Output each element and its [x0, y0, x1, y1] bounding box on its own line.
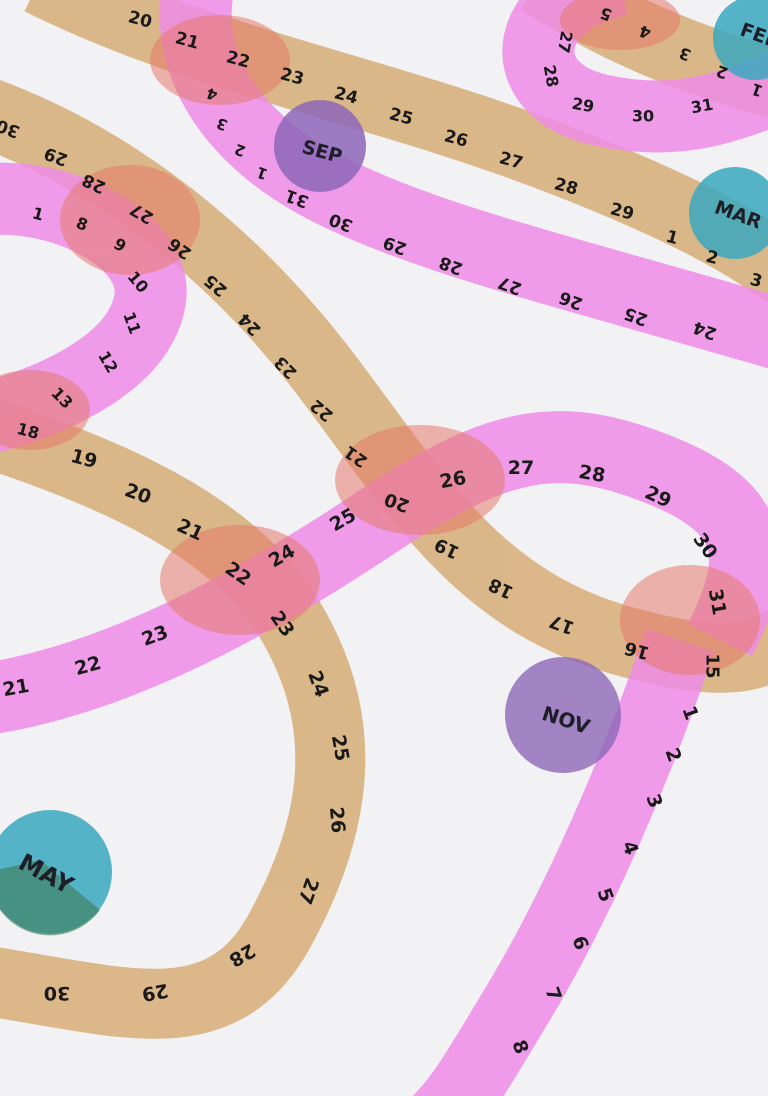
calendar-poster: SEP FEB MAR NOV MAY 20 21 22 23 24 25 26… [0, 0, 768, 1096]
day-number: 21 [1, 675, 31, 701]
overlap-tint [150, 15, 290, 105]
day-number: 31 [689, 95, 714, 118]
day-number: 29 [570, 94, 595, 117]
day-number: 28 [540, 63, 563, 88]
day-number: 31 [704, 587, 730, 617]
day-number: 25 [327, 733, 353, 763]
day-number: 28 [577, 461, 607, 487]
day-number: 26 [438, 467, 468, 493]
day-number: 27 [508, 457, 534, 479]
day-number: 30 [632, 107, 654, 126]
overlap-tint [335, 425, 505, 535]
day-number: 27 [554, 29, 577, 54]
day-number: 29 [140, 979, 170, 1005]
day-number: 30 [44, 982, 70, 1004]
day-number: 15 [702, 653, 723, 678]
day-number: 26 [325, 806, 349, 834]
